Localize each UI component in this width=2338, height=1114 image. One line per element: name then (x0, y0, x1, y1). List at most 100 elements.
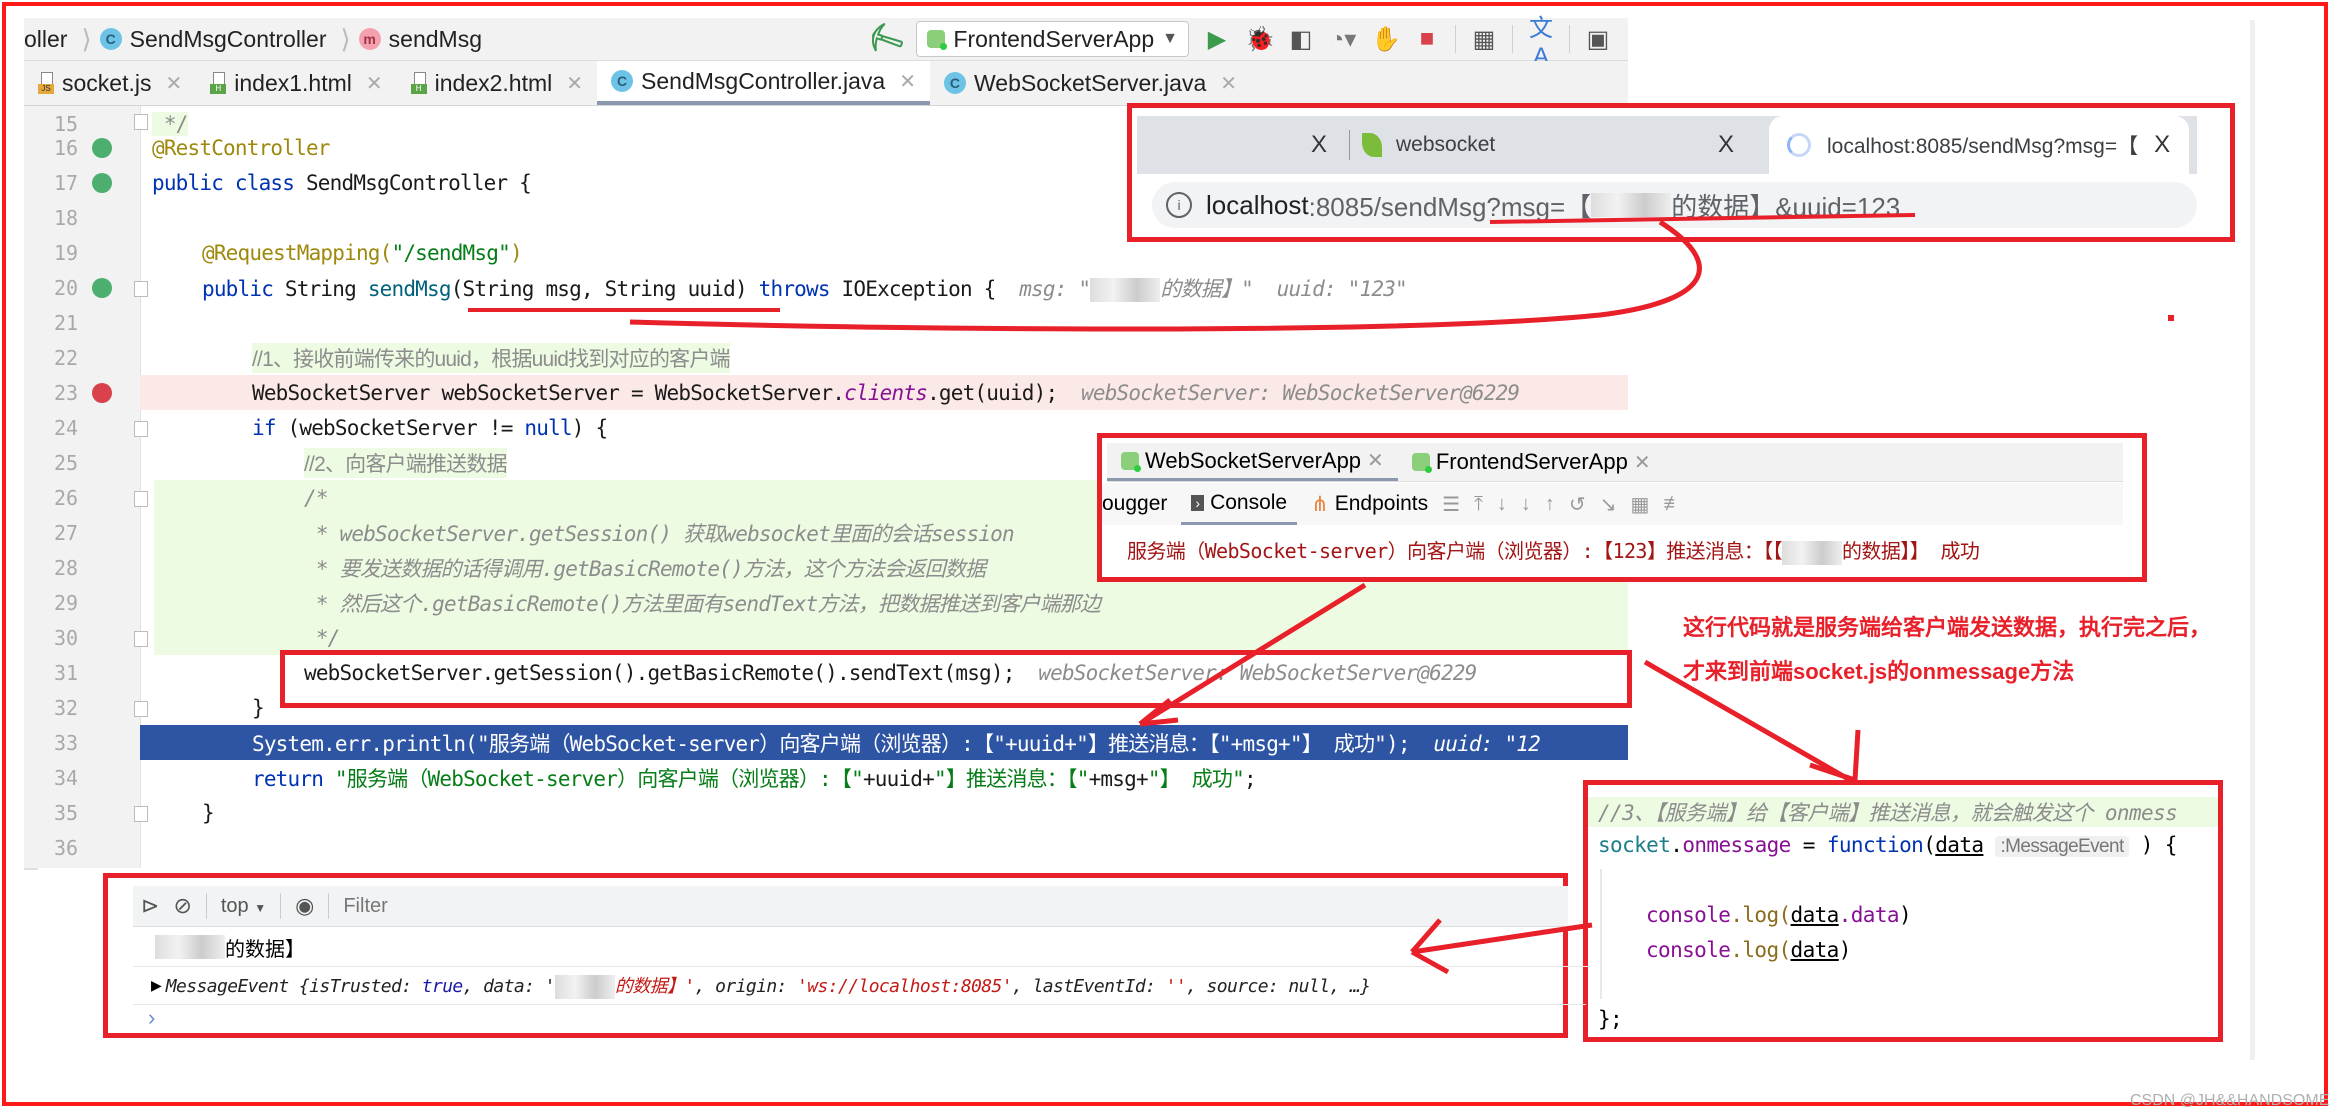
show-execution-point-icon[interactable]: ⤒ (1474, 493, 1483, 516)
tab-label: Endpoints (1334, 492, 1429, 515)
code-text: public String sendMsg(String msg, String… (202, 276, 1408, 302)
line-number: 26 (54, 485, 79, 510)
close-icon[interactable]: ✕ (566, 71, 583, 96)
fold-icon[interactable] (134, 701, 148, 717)
code-line: 34 return "服务端（WebSocket-server）向客户端（浏览器… (24, 760, 1628, 795)
run-console-inset: WebSocketServerApp ✕ FrontendServerApp ✕… (1097, 433, 2147, 582)
redacted-text (155, 935, 225, 959)
breadcrumb-method[interactable]: m sendMsg (358, 25, 482, 53)
code-text: return "服务端（WebSocket-server）向客户端（浏览器）:【… (252, 766, 1257, 791)
fold-icon[interactable] (134, 806, 148, 822)
close-tab-icon[interactable]: X (1718, 131, 1734, 159)
run-tab-websocketserverapp[interactable]: WebSocketServerApp ✕ (1107, 443, 1398, 481)
fold-icon[interactable] (134, 281, 148, 297)
code-text: @RequestMapping("/sendMsg") (202, 240, 523, 265)
run-icon[interactable]: ▶ (1203, 25, 1231, 54)
fold-icon[interactable] (134, 491, 148, 507)
build-hammer-icon[interactable]: ⛏ (861, 16, 908, 62)
breadcrumb-label: SendMsgController (129, 25, 327, 52)
coverage-icon[interactable]: ◧ (1287, 25, 1315, 54)
site-info-icon[interactable]: i (1166, 192, 1192, 218)
tab-label: socket.js (62, 69, 152, 96)
console-filter-input[interactable]: Filter (343, 895, 387, 918)
browser-address-bar[interactable]: i localhost:8085/sendMsg?msg=【 的数据】&uuid=… (1152, 182, 2197, 228)
trace-icon[interactable]: ≢ (1663, 493, 1683, 516)
fold-icon[interactable] (134, 421, 148, 437)
close-icon[interactable]: ✕ (1220, 71, 1237, 96)
step-into-icon[interactable]: ↓ (1521, 493, 1531, 516)
fold-icon[interactable] (134, 631, 148, 647)
step-out-icon[interactable]: ↑ (1545, 493, 1555, 516)
console-output-line: 服务端（WebSocket-server）向客户端（浏览器）:【123】推送消息… (1127, 539, 1980, 565)
devtools-console-inset: ⊳ ⊘ top ▼ ◉ Filter 的数据】 ▶ MessageEvent {… (103, 873, 1590, 1038)
console-prompt[interactable]: › (148, 1005, 155, 1031)
close-icon[interactable]: ✕ (1367, 448, 1384, 473)
spring-bean-icon[interactable] (92, 172, 112, 193)
inline-debug-value: uuid: "12 (1433, 731, 1540, 756)
close-tab-icon[interactable]: X (2154, 131, 2170, 159)
parameter-type-hint: :MessageEvent (1995, 836, 2129, 857)
tab-sendmsgcontroller-java[interactable]: C SendMsgController.java ✕ (597, 61, 930, 105)
tab-divider (1349, 130, 1350, 160)
toggle-sidebar-icon[interactable]: ⊳ (141, 893, 159, 919)
tab-socket-js[interactable]: JS socket.js ✕ (24, 61, 196, 105)
close-icon[interactable]: ✕ (366, 71, 383, 96)
live-expression-eye-icon[interactable]: ◉ (295, 893, 314, 919)
clear-console-icon[interactable]: ⊘ (173, 893, 191, 919)
line-number: 34 (54, 765, 79, 790)
run-tab-frontendserverapp[interactable]: FrontendServerApp ✕ (1398, 443, 1665, 481)
browser-tab-active[interactable]: localhost:8085/sendMsg?msg=【 X (1769, 116, 2189, 174)
tab-debugger[interactable]: ougger (1102, 492, 1167, 516)
run-configuration-label: FrontendServerApp (953, 25, 1155, 52)
code-comment: */ (304, 625, 340, 650)
breakpoint-icon[interactable] (92, 382, 112, 403)
browser-screenshot-inset: X websocket X localhost:8085/sendMsg?msg… (1127, 103, 2235, 242)
tab-endpoints[interactable]: ⋔ Endpoints (1311, 492, 1428, 517)
menu-lines-icon[interactable]: ☰ (1442, 492, 1460, 517)
terminal-window-icon[interactable]: ▣ (1584, 25, 1612, 54)
step-over-icon[interactable]: ↓ (1497, 493, 1507, 516)
spring-leaf-favicon-icon (1362, 133, 1382, 157)
annotation-note: 这行代码就是服务端给客户端发送数据，执行完之后， 才来到前端socket.js的… (1683, 606, 2211, 694)
close-icon[interactable]: ✕ (1634, 450, 1651, 475)
run-configuration-select[interactable]: FrontendServerApp ▼ (916, 21, 1189, 57)
close-tab-icon[interactable]: X (1311, 131, 1327, 159)
url-path: :8085/sendMsg?msg=【 (1308, 191, 1592, 222)
spring-bean-icon[interactable] (92, 137, 112, 158)
page-scrollbar[interactable] (2250, 20, 2255, 1060)
tab-index2-html[interactable]: H index2.html ✕ (397, 61, 597, 105)
tab-title: localhost:8085/sendMsg?msg=【 (1827, 135, 2139, 158)
fold-icon[interactable] (134, 114, 148, 130)
code-comment: //2、向客户端推送数据 (304, 447, 508, 478)
console-log-row[interactable]: ▶ MessageEvent {isTrusted: true, data: '… (133, 966, 1586, 1005)
run-to-cursor-icon[interactable]: ↘ (1600, 492, 1617, 517)
code-line: 35 } (24, 795, 1628, 830)
breadcrumb-class[interactable]: C SendMsgController (99, 25, 327, 53)
attach-icon[interactable]: ✋ (1371, 25, 1401, 54)
chevron-down-icon: ▼ (254, 900, 267, 915)
browser-tab-websocket[interactable]: websocket X (1362, 116, 1742, 174)
tab-index1-html[interactable]: H index1.html ✕ (196, 61, 396, 105)
drop-frame-icon[interactable]: ↺ (1569, 492, 1586, 517)
tab-websocketserver-java[interactable]: C WebSocketServer.java ✕ (930, 61, 1251, 105)
line-number: 25 (54, 450, 79, 475)
context-select[interactable]: top ▼ (221, 895, 266, 918)
line-number: 28 (54, 555, 79, 580)
code-line: 22 //1、接收前端传来的uuid，根据uuid找到对应的客户端 (24, 340, 1628, 375)
redacted-text (1090, 277, 1161, 302)
tab-console[interactable]: › Console (1181, 483, 1298, 525)
stop-icon[interactable]: ■ (1413, 25, 1441, 53)
editor-tab-bar: JS socket.js ✕ H index1.html ✕ H index2.ht… (24, 61, 1628, 106)
close-icon[interactable]: ✕ (165, 71, 182, 96)
inline-debug-value: webSocketServer: WebSocketServer@6229 (1081, 380, 1520, 405)
spring-request-icon[interactable] (92, 277, 112, 298)
browser-tab[interactable]: X (1177, 116, 1341, 174)
close-icon[interactable]: ✕ (899, 69, 916, 94)
breadcrumb-label: sendMsg (388, 25, 482, 52)
expand-triangle-icon[interactable]: ▶ (151, 977, 162, 994)
project-structure-icon[interactable]: ▦ (1470, 25, 1498, 54)
breadcrumb-package[interactable]: oller (24, 26, 67, 53)
evaluate-expression-icon[interactable]: ▦ (1630, 492, 1649, 517)
debug-bug-icon[interactable]: 🐞 (1245, 25, 1275, 54)
profiler-icon[interactable]: ◔▾ (1329, 25, 1357, 54)
